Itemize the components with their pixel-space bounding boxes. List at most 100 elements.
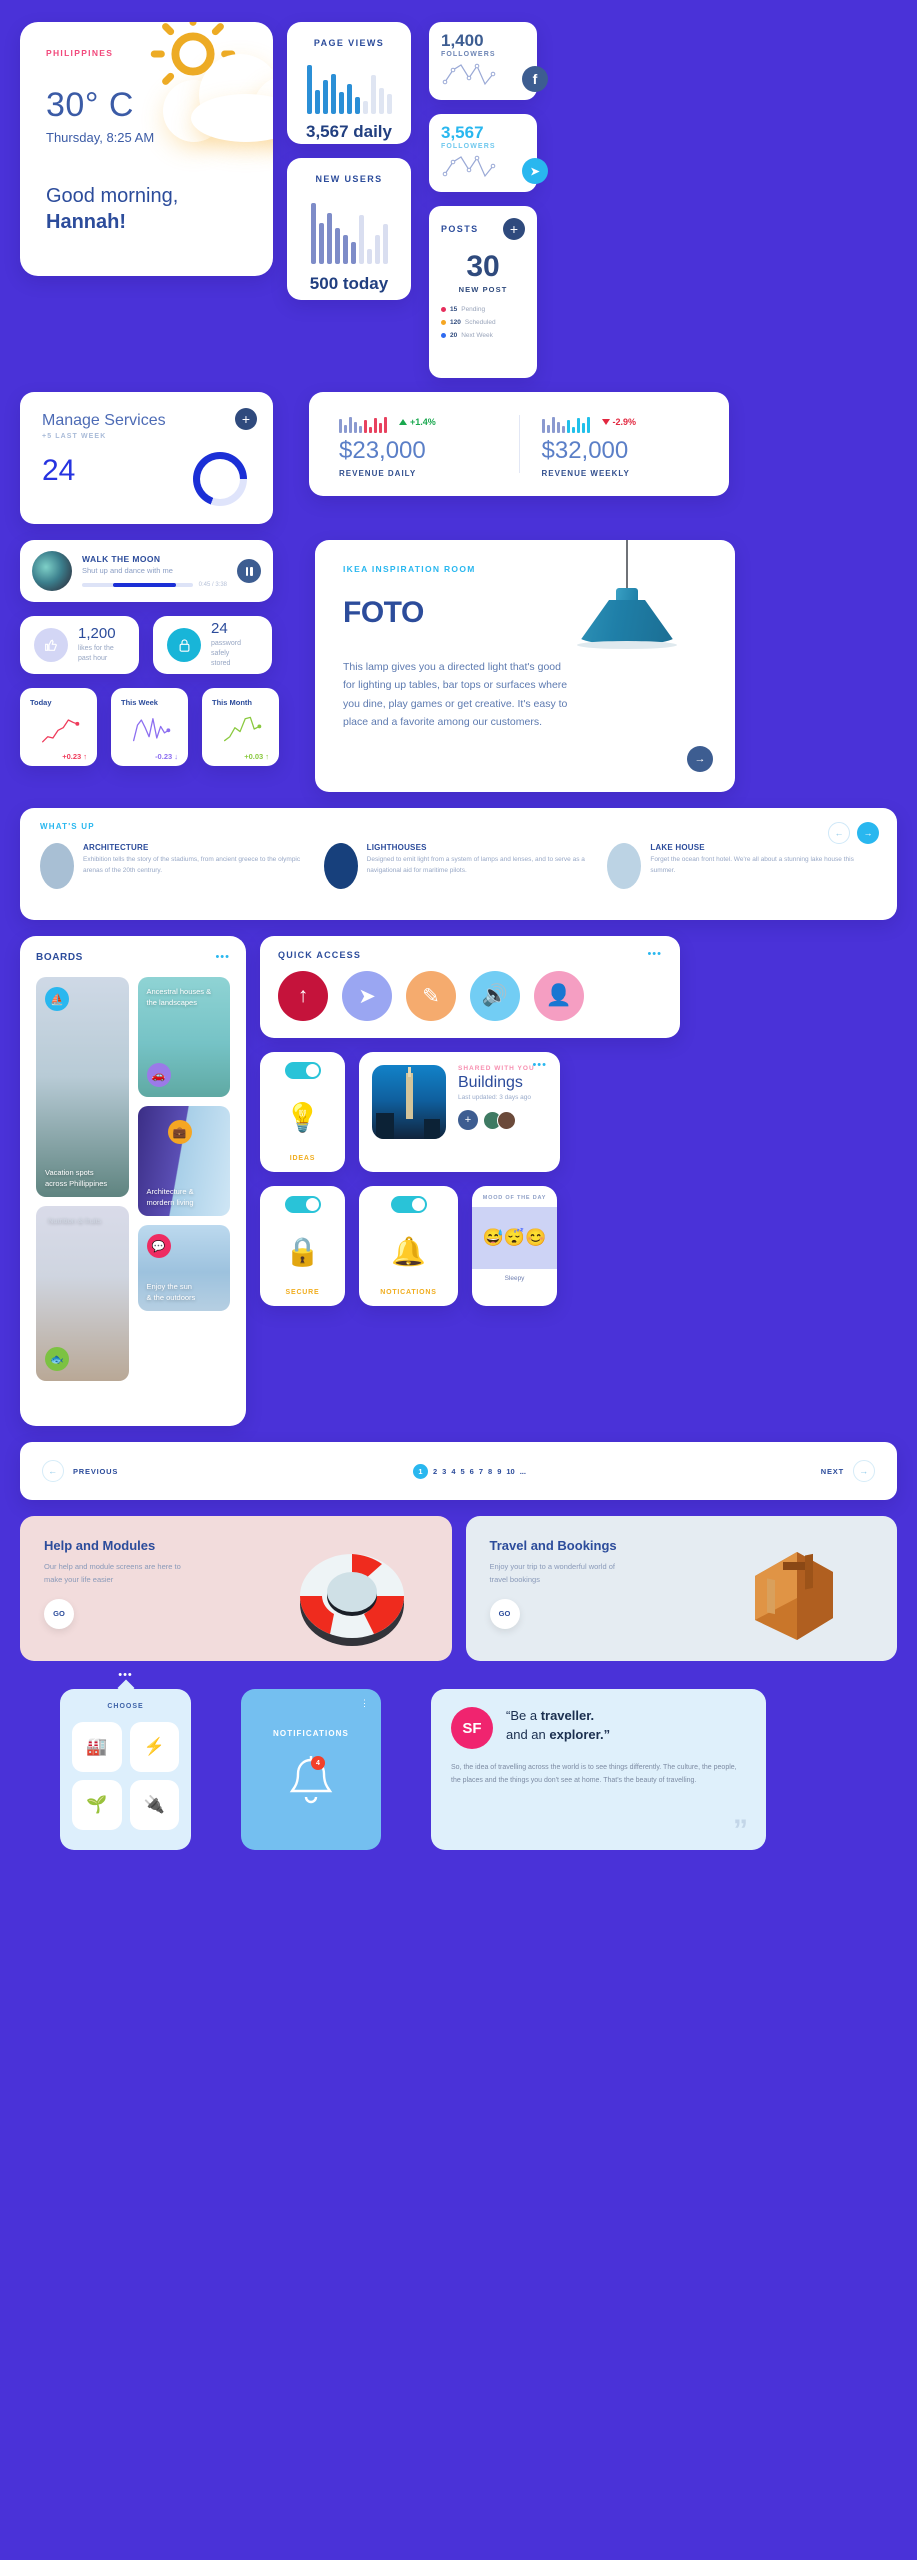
choose-menu-button[interactable]: ••• — [118, 1670, 133, 1680]
whats-up-item[interactable]: ARCHITECTURE Exhibition tells the story o… — [40, 843, 310, 889]
manage-services-card[interactable]: Manage Services +5 LAST WEEK 24 + — [20, 392, 273, 524]
whats-up-prev-button[interactable]: ← — [828, 822, 850, 844]
notifications-menu-button[interactable]: ⋮ — [360, 1698, 369, 1708]
sparkline-card-1[interactable]: This Week -0.23 ↓ — [111, 688, 188, 766]
row-bottom: ••• CHOOSE 🏭 ⚡ 🌱 🔌 ⋮ NOTIFICATIONS 4 SF — [20, 1670, 897, 1850]
add-service-button[interactable]: + — [235, 408, 257, 430]
posts-count: 30 — [466, 250, 500, 283]
page-link[interactable]: ... — [520, 1467, 526, 1476]
pause-button[interactable] — [237, 559, 261, 583]
bar — [374, 234, 380, 264]
travel-go-button[interactable]: GO — [489, 1598, 520, 1629]
secure-toggle[interactable] — [284, 1196, 321, 1213]
briefcase-icon: 💼 — [167, 1120, 192, 1144]
pagination-next[interactable]: NEXT → — [821, 1460, 875, 1482]
legend-dot — [441, 333, 446, 338]
posts-card[interactable]: POSTS + 30 NEW POST 15 Pending 120 Schedule… — [429, 206, 537, 378]
sparkline-card-0[interactable]: Today +0.23 ↑ — [20, 688, 97, 766]
help-modules-card[interactable]: Help and Modules Our help and module scr… — [20, 1516, 452, 1661]
new-users-card[interactable]: NEW USERS 500 today — [287, 158, 411, 300]
col-social: 1,400 FOLLOWERS f 3,567 FOLLOWERS ➤ POST… — [429, 22, 548, 378]
page-current[interactable]: 1 — [412, 1463, 428, 1479]
secure-toggle-card[interactable]: 🔒 SECURE — [260, 1186, 345, 1306]
page-link[interactable]: 5 — [461, 1467, 465, 1476]
upload-button[interactable]: ↑ — [278, 971, 328, 1021]
edit-button[interactable]: ✎ — [406, 971, 456, 1021]
music-progress[interactable]: 0:45 / 3:38 — [82, 582, 227, 588]
services-donut-chart — [193, 452, 247, 506]
board-tile-sun[interactable]: 💬 Enjoy the sun & the outdoors — [137, 1225, 230, 1311]
plug-button[interactable]: 🔌 — [129, 1780, 179, 1830]
board-tile-vacation[interactable]: ⛵ Vacation spots across Phillippines — [36, 977, 129, 1197]
page-link[interactable]: 3 — [442, 1467, 446, 1476]
add-collaborator-button[interactable]: + — [458, 1110, 478, 1130]
page-link[interactable]: 4 — [451, 1467, 455, 1476]
twitter-followers-card[interactable]: 3,567 FOLLOWERS ➤ — [429, 114, 548, 192]
page-link[interactable]: 8 — [488, 1467, 492, 1476]
page-views-card[interactable]: PAGE VIEWS 3,567 daily — [287, 22, 411, 144]
weather-card[interactable]: PHILIPPINES 30° C Thursday, 8:25 AM Good… — [20, 22, 273, 276]
board-tile-ancestral[interactable]: 🚗 Ancestral houses & the landscapes — [137, 977, 230, 1097]
bar — [338, 91, 344, 114]
facebook-icon[interactable]: f — [522, 66, 548, 92]
car-icon: 🚗 — [146, 1063, 171, 1087]
dashboard-page: PHILIPPINES 30° C Thursday, 8:25 AM Good… — [0, 0, 917, 1872]
twitter-glyph: ➤ — [530, 165, 540, 178]
twitter-icon[interactable]: ➤ — [522, 158, 548, 184]
facebook-followers-card[interactable]: 1,400 FOLLOWERS f — [429, 22, 548, 100]
buildings-subtitle: Last updated: 3 days ago — [458, 1094, 532, 1101]
progress-bar[interactable] — [82, 583, 193, 587]
bell-icon: 🔔 — [391, 1235, 426, 1267]
revenue-card[interactable]: +1.4% $23,000 REVENUE DAILY -2.9% $32,00… — [309, 392, 729, 496]
revenue-weekly-label: REVENUE WEEKLY — [541, 468, 630, 478]
whats-up-next-button[interactable]: → — [857, 822, 879, 844]
notifications-toggle-card[interactable]: 🔔 NOTICATIONS — [359, 1186, 458, 1306]
ideas-toggle[interactable] — [284, 1062, 321, 1079]
travel-bookings-card[interactable]: Travel and Bookings Enjoy your trip to a… — [465, 1516, 897, 1661]
board-tile-nutrition[interactable]: 🐟 Nutrition & fruits — [36, 1206, 129, 1381]
legend-value: 120 — [450, 319, 461, 326]
ideas-toggle-card[interactable]: 💡 IDEAS — [260, 1052, 345, 1172]
lightning-button[interactable]: ⚡ — [129, 1722, 179, 1772]
row-music-foto: WALK THE MOON Shut up and dance with me … — [20, 540, 897, 792]
page-link[interactable]: 9 — [497, 1467, 501, 1476]
new-users-chart — [301, 198, 397, 264]
add-post-button[interactable]: + — [503, 218, 525, 240]
sparkline-card-2[interactable]: This Month +0.03 ↑ — [202, 688, 279, 766]
mood-card[interactable]: MOOD OF THE DAY 😅😴😊 Sleepy — [472, 1186, 557, 1306]
previous-label: PREVIOUS — [73, 1466, 119, 1476]
page-link[interactable]: 6 — [470, 1467, 474, 1476]
help-go-button[interactable]: GO — [44, 1598, 74, 1629]
boards-menu-button[interactable]: ••• — [215, 952, 230, 962]
pagination-previous[interactable]: ← PREVIOUS — [42, 1460, 118, 1482]
bar — [581, 423, 585, 433]
quick-access-header: QUICK ACCESS ••• — [278, 949, 662, 960]
notifications-toggle[interactable] — [390, 1196, 427, 1213]
music-time: 0:45 / 3:38 — [198, 582, 227, 588]
send-button[interactable]: ➤ — [342, 971, 392, 1021]
foto-card[interactable]: IKEA INSPIRATION ROOM FOTO This lamp giv… — [315, 540, 735, 792]
whats-up-item[interactable]: LIGHTHOUSES Designed to emit light from a… — [323, 843, 594, 889]
quick-access-menu-button[interactable]: ••• — [647, 949, 662, 959]
page-link[interactable]: 2 — [433, 1467, 437, 1476]
buildings-card[interactable]: ••• SHARED WITH YOU Buildings Last updat… — [359, 1052, 560, 1172]
choose-pointer — [117, 1679, 134, 1697]
passwords-card[interactable]: 24 password safely stored — [153, 616, 272, 674]
foto-next-button[interactable]: → — [687, 746, 713, 772]
revenue-daily-value: $23,000 — [339, 436, 426, 464]
add-user-button[interactable]: 👤 — [534, 971, 584, 1021]
help-body: Our help and module screens are here to … — [44, 1562, 181, 1584]
lightning-icon: ⚡ — [143, 1737, 165, 1756]
likes-card[interactable]: 1,200 likes for the past hour — [20, 616, 139, 674]
sound-button[interactable]: 🔊 — [470, 971, 520, 1021]
whats-up-item[interactable]: LAKE HOUSE Forget the ocean front hotel. … — [607, 843, 877, 889]
fish-icon: 🐟 — [45, 1347, 69, 1371]
buildings-menu-button[interactable]: ••• — [532, 1060, 547, 1070]
page-link[interactable]: 7 — [479, 1467, 483, 1476]
likes-value: 1,200 — [78, 625, 116, 643]
page-link[interactable]: 10 — [506, 1467, 514, 1476]
sprout-button[interactable]: 🌱 — [72, 1780, 122, 1830]
board-tile-architecture[interactable]: 💼 Architecture & mordern living — [137, 1106, 230, 1216]
factory-button[interactable]: 🏭 — [72, 1722, 122, 1772]
music-player-card[interactable]: WALK THE MOON Shut up and dance with me … — [20, 540, 273, 602]
